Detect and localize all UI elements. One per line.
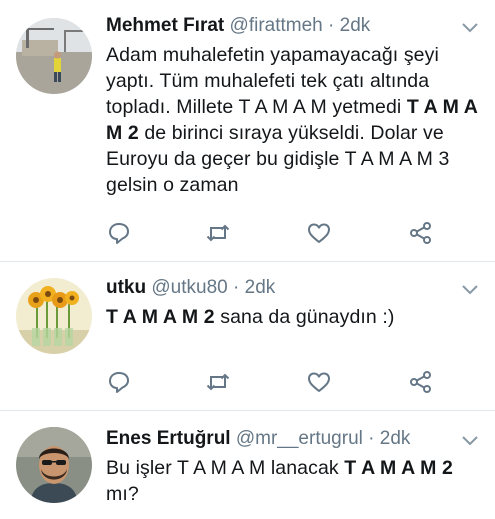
chevron-down-icon[interactable] <box>461 435 479 447</box>
share-icon[interactable] <box>408 220 434 246</box>
tweet-text-part: Adam muhalefetin yapamayacağı şeyi yaptı… <box>106 44 439 118</box>
tweet-actions <box>106 369 446 395</box>
tweet-text-part: Bu işler T A M A M lanacak <box>106 457 345 479</box>
avatar[interactable] <box>16 18 92 94</box>
timestamp[interactable]: 2dk <box>245 277 276 298</box>
timestamp[interactable]: 2dk <box>340 15 371 36</box>
user-handle[interactable]: @firattmeh <box>230 15 323 36</box>
display-name[interactable]: utku <box>106 277 146 298</box>
like-icon[interactable] <box>306 220 332 246</box>
tweet-actions <box>106 220 446 246</box>
display-name[interactable]: Enes Ertuğrul <box>106 428 231 449</box>
tweet-text-bold: T A M A M 2 <box>106 306 215 328</box>
chevron-down-icon[interactable] <box>461 284 479 296</box>
tweet-text-part: sana da günaydın :) <box>214 306 395 328</box>
tweet-text-part: de birinci sıraya yükseldi. Dolar ve Eur… <box>106 122 450 196</box>
reply-icon[interactable] <box>106 220 132 246</box>
user-handle[interactable]: @mr__ertugrul <box>236 428 363 449</box>
avatar[interactable] <box>16 278 92 354</box>
display-name[interactable]: Mehmet Fırat <box>106 15 224 36</box>
tweet-text: T A M A M 2 sana da günaydın :) <box>106 304 482 330</box>
avatar[interactable] <box>16 427 92 503</box>
share-icon[interactable] <box>408 369 434 395</box>
reply-icon[interactable] <box>106 369 132 395</box>
tweet-divider <box>0 410 495 411</box>
chevron-down-icon[interactable] <box>461 22 479 34</box>
user-handle[interactable]: @utku80 <box>151 277 227 298</box>
timestamp[interactable]: 2dk <box>380 428 411 449</box>
tweet-text: Adam muhalefetin yapamayacağı şeyi yaptı… <box>106 42 482 198</box>
tweet-text-bold: T A M A M 2 <box>344 457 453 479</box>
separator-dot: · <box>233 277 240 298</box>
separator-dot: · <box>368 428 375 449</box>
tweet-text-part: mı? <box>106 483 139 505</box>
like-icon[interactable] <box>306 369 332 395</box>
retweet-icon[interactable] <box>205 220 231 246</box>
tweet-divider <box>0 261 495 262</box>
separator-dot: · <box>328 15 335 36</box>
tweet-text: Bu işler T A M A M lanacak T A M A M 2 m… <box>106 455 482 507</box>
retweet-icon[interactable] <box>205 369 231 395</box>
